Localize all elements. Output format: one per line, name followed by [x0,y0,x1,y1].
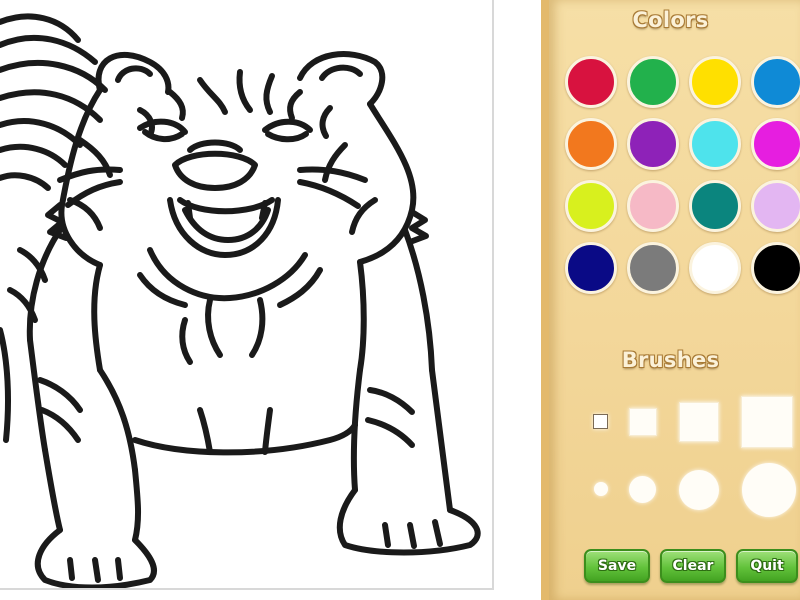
save-button[interactable]: Save [584,549,650,583]
color-swatch-lime[interactable] [565,180,617,232]
brush-round-large[interactable] [742,463,796,517]
color-swatch-red[interactable] [565,56,617,108]
color-swatch-black[interactable] [751,242,800,294]
brush-round-tiny[interactable] [594,482,608,496]
color-swatch-lavender[interactable] [751,180,800,232]
brushes-heading: Brushes [621,348,720,372]
color-swatch-green[interactable] [627,56,679,108]
brush-square-medium[interactable] [679,402,719,442]
color-swatch-blue[interactable] [751,56,800,108]
brush-square-tiny[interactable] [593,414,608,429]
colors-heading: Colors [632,8,709,32]
color-swatch-orange[interactable] [565,118,617,170]
tool-panel: Colors Brushes Save Clear Quit [541,0,800,600]
color-swatch-teal[interactable] [689,180,741,232]
quit-button[interactable]: Quit [736,549,798,583]
color-swatch-purple[interactable] [627,118,679,170]
color-swatch-cyan[interactable] [689,118,741,170]
color-swatch-yellow[interactable] [689,56,741,108]
color-swatch-navy[interactable] [565,242,617,294]
color-swatch-gray[interactable] [627,242,679,294]
canvas-right-border [492,0,494,590]
color-swatch-magenta[interactable] [751,118,800,170]
brush-round-small[interactable] [629,476,656,503]
color-swatch-pink[interactable] [627,180,679,232]
brush-square-small[interactable] [629,408,657,436]
color-swatch-white[interactable] [689,242,741,294]
brush-square-large[interactable] [741,396,793,448]
clear-button[interactable]: Clear [660,549,726,583]
canvas-bottom-border [0,588,494,590]
tiger-line-art[interactable] [0,0,494,590]
brush-round-medium[interactable] [679,470,719,510]
drawing-canvas[interactable] [0,0,496,600]
